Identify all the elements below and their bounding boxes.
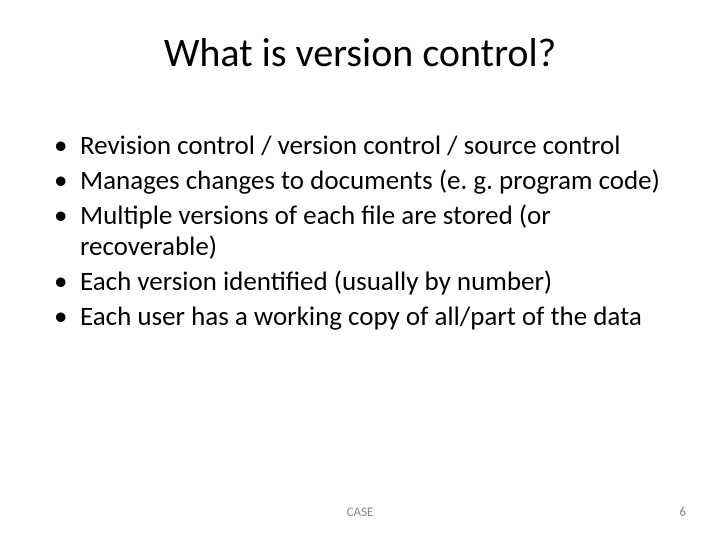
- list-item: Each version identified (usually by numb…: [52, 266, 668, 297]
- slide-body: Revision control / version control / sou…: [52, 130, 668, 336]
- list-item: Multiple versions of each file are store…: [52, 200, 668, 262]
- footer-label: CASE: [0, 505, 720, 520]
- bullet-list: Revision control / version control / sou…: [52, 130, 668, 332]
- list-item: Each user has a working copy of all/part…: [52, 301, 668, 332]
- list-item: Revision control / version control / sou…: [52, 130, 668, 161]
- list-item: Manages changes to documents (e. g. prog…: [52, 165, 668, 196]
- slide-title: What is version control?: [0, 28, 720, 77]
- slide: What is version control? Revision contro…: [0, 0, 720, 540]
- page-number: 6: [679, 505, 686, 520]
